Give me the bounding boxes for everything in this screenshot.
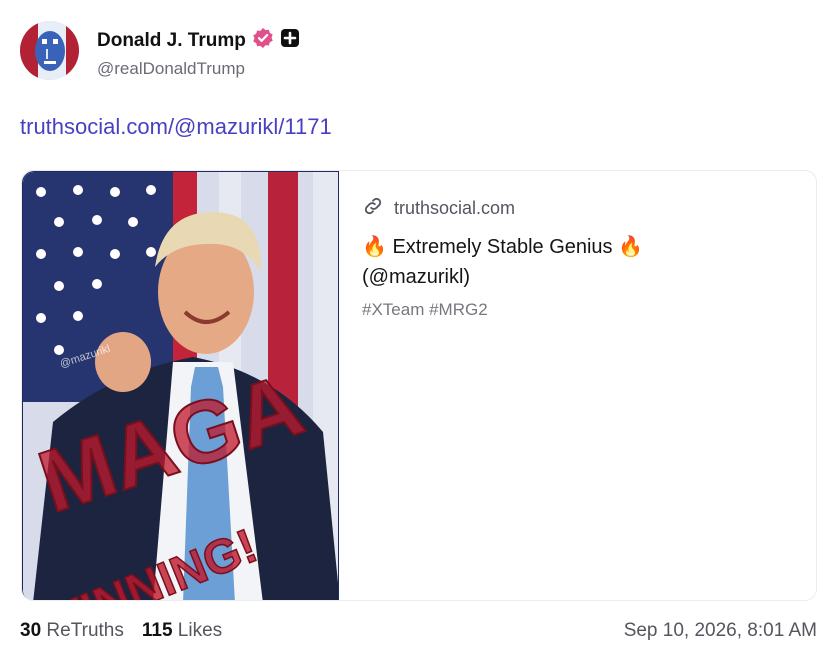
- likes-label: Likes: [177, 620, 223, 641]
- link-title-line2: (@mazurikl): [362, 266, 471, 288]
- likes-stat[interactable]: 115 Likes: [142, 620, 222, 642]
- post-timestamp[interactable]: Sep 10, 2026, 8:01 AM: [624, 620, 817, 642]
- link-title-line1: 🔥 Extremely Stable Genius 🔥: [362, 236, 644, 258]
- plus-badge-icon: [280, 28, 300, 53]
- retruths-count: 30: [20, 620, 42, 641]
- likes-count: 115: [141, 620, 173, 641]
- author-handle[interactable]: @realDonaldTrump: [97, 59, 245, 79]
- link-domain-row: truthsocial.com: [362, 195, 800, 222]
- link-tags: #XTeam #MRG2: [362, 300, 488, 319]
- link-preview-body: truthsocial.com 🔥 Extremely Stable Geniu…: [362, 195, 800, 320]
- post-link[interactable]: truthsocial.com/@mazurikl/1171: [20, 114, 332, 140]
- link-preview-card[interactable]: MAGA WINNING! @mazurikl truthsocial.com …: [21, 170, 817, 601]
- post-stats: 30 ReTruths 115 Likes: [20, 620, 222, 642]
- avatar-image: [20, 21, 79, 80]
- link-preview-image: MAGA WINNING! @mazurikl: [22, 171, 339, 600]
- verified-badge-icon: [252, 27, 274, 54]
- retruths-label: ReTruths: [46, 620, 124, 641]
- author-name[interactable]: Donald J. Trump: [97, 30, 246, 52]
- author-name-row: Donald J. Trump: [97, 27, 300, 54]
- retruths-stat[interactable]: 30 ReTruths: [20, 620, 124, 642]
- link-icon: [362, 195, 384, 222]
- avatar[interactable]: [20, 21, 79, 80]
- link-title: 🔥 Extremely Stable Genius 🔥 (@mazurikl): [362, 232, 800, 292]
- link-domain: truthsocial.com: [394, 198, 516, 218]
